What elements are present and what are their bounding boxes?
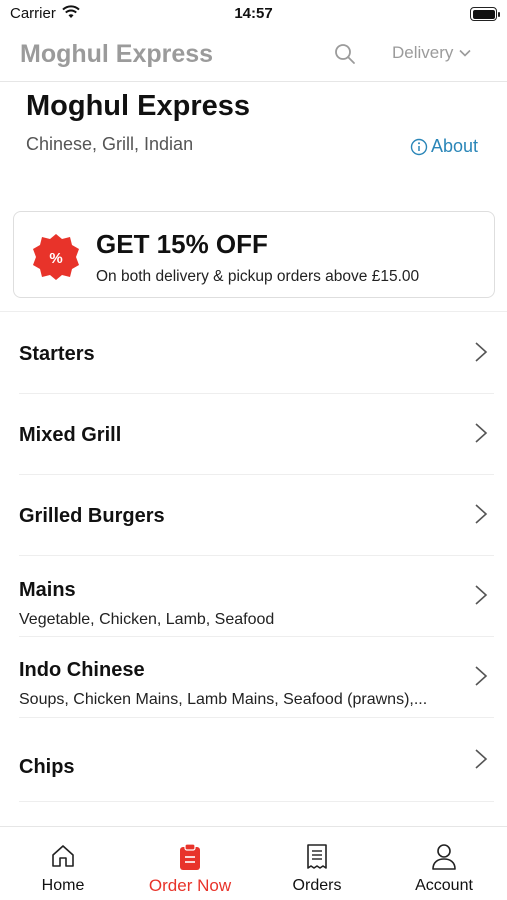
tab-account-label: Account — [415, 877, 473, 894]
status-bar: Carrier 14:57 — [0, 0, 507, 30]
menu-category-item[interactable]: Starters — [0, 313, 507, 394]
search-icon[interactable] — [333, 42, 357, 66]
chevron-right-icon — [475, 666, 488, 686]
restaurant-name: Moghul Express — [26, 90, 250, 122]
menu-category-subtitle: Soups, Chicken Mains, Lamb Mains, Seafoo… — [19, 691, 428, 708]
divider — [19, 801, 494, 802]
divider — [0, 311, 507, 312]
menu-category-item[interactable]: Chips — [0, 718, 507, 802]
navigation-bar: Moghul Express Delivery — [0, 30, 507, 82]
tab-order-now[interactable]: Order Now — [127, 827, 253, 900]
chevron-right-icon — [475, 342, 488, 362]
chevron-right-icon — [475, 749, 488, 769]
nav-title: Moghul Express — [20, 40, 214, 68]
menu-category-item[interactable]: Mixed Grill — [0, 394, 507, 475]
tab-home[interactable]: Home — [0, 827, 126, 900]
home-icon — [52, 845, 74, 867]
svg-text:%: % — [49, 250, 62, 267]
delivery-mode-label: Delivery — [392, 43, 454, 62]
restaurant-cuisines: Chinese, Grill, Indian — [26, 134, 194, 154]
promo-subtitle: On both delivery & pickup orders above £… — [96, 268, 420, 285]
menu-category-title: Mains — [19, 579, 76, 601]
menu-category-title: Chips — [19, 756, 75, 778]
receipt-icon — [307, 844, 327, 869]
tab-account[interactable]: Account — [381, 827, 507, 900]
about-link[interactable]: About — [410, 136, 478, 157]
menu-category-title: Mixed Grill — [19, 424, 122, 446]
menu-category-list: Starters Mixed Grill Grilled Burgers Mai… — [0, 313, 507, 802]
clock: 14:57 — [234, 5, 273, 22]
tab-home-label: Home — [41, 877, 85, 894]
promo-title: GET 15% OFF — [96, 229, 268, 259]
menu-category-item[interactable]: Mains Vegetable, Chicken, Lamb, Seafood — [0, 556, 507, 637]
promo-card[interactable]: % GET 15% OFF On both delivery & pickup … — [13, 211, 495, 298]
order-bag-icon — [180, 843, 200, 870]
delivery-mode-select[interactable]: Delivery — [392, 43, 471, 63]
restaurant-header: Moghul Express Chinese, Grill, Indian Ab… — [0, 86, 507, 196]
person-icon — [432, 844, 456, 870]
tab-order-now-label: Order Now — [148, 876, 232, 895]
menu-category-subtitle: Vegetable, Chicken, Lamb, Seafood — [19, 611, 275, 628]
chevron-right-icon — [475, 504, 488, 524]
menu-category-title: Starters — [19, 343, 95, 365]
tab-orders-label: Orders — [292, 877, 342, 894]
chevron-right-icon — [475, 423, 488, 443]
menu-category-item[interactable]: Indo Chinese Soups, Chicken Mains, Lamb … — [0, 637, 507, 718]
tab-bar: Home Order Now Orders Account — [0, 826, 507, 900]
about-label: About — [431, 136, 479, 156]
discount-badge-icon: % — [33, 234, 79, 280]
chevron-down-icon — [459, 49, 471, 57]
menu-category-title: Grilled Burgers — [19, 505, 165, 527]
menu-category-title: Indo Chinese — [19, 659, 145, 681]
tab-orders[interactable]: Orders — [254, 827, 380, 900]
chevron-right-icon — [475, 585, 488, 605]
battery-icon — [470, 7, 500, 21]
info-icon — [410, 138, 428, 155]
menu-category-item[interactable]: Grilled Burgers — [0, 475, 507, 556]
